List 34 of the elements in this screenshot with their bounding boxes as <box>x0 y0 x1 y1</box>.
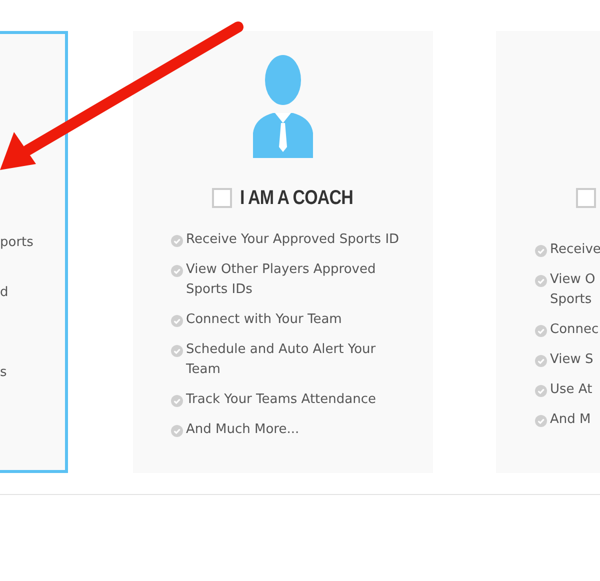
feature-text: View S <box>550 351 594 369</box>
feature-text: d <box>0 284 8 302</box>
feature-text: View Other Players Approved Sports IDs <box>186 261 376 299</box>
check-icon <box>171 235 183 247</box>
feature-text: Receive <box>550 241 600 259</box>
check-icon <box>535 245 547 257</box>
feature-text: s <box>0 364 7 382</box>
plan-card[interactable]: Receive View O Sports Connec View S Use At And M <box>496 31 600 473</box>
plan-card[interactable]: I AM A COACH Receive Your Approved Sports ID View Other Players Approved Sports IDs Connect with Your Team Schedule and Auto Alert Your Team Track Your Teams Attendance And Much More... <box>133 31 433 473</box>
feature-text: And Much More... <box>186 421 300 439</box>
check-icon <box>535 325 547 337</box>
check-icon <box>171 425 183 437</box>
feature-text: Connec <box>550 321 599 339</box>
feature-text: Receive Your Approved Sports ID <box>186 231 400 249</box>
check-icon <box>535 385 547 397</box>
checkbox[interactable] <box>576 188 596 208</box>
feature-text: View O Sports <box>550 271 596 309</box>
person-icon <box>253 55 313 158</box>
feature-text: And M <box>550 411 591 429</box>
plan-card[interactable]: ports d s <box>0 31 68 473</box>
checkbox[interactable] <box>212 188 232 208</box>
check-icon <box>171 265 183 277</box>
feature-text: Track Your Teams Attendance <box>186 391 376 409</box>
check-icon <box>171 395 183 407</box>
feature-text: ports <box>0 234 34 252</box>
check-icon <box>535 415 547 427</box>
check-icon <box>535 355 547 367</box>
check-icon <box>171 315 183 327</box>
card-title: I AM A COACH <box>240 186 352 210</box>
feature-text: Use At <box>550 381 592 399</box>
check-icon <box>535 275 547 287</box>
feature-text: Connect with Your Team <box>186 311 342 329</box>
feature-text: Schedule and Auto Alert Your Team <box>186 341 376 379</box>
check-icon <box>171 345 183 357</box>
